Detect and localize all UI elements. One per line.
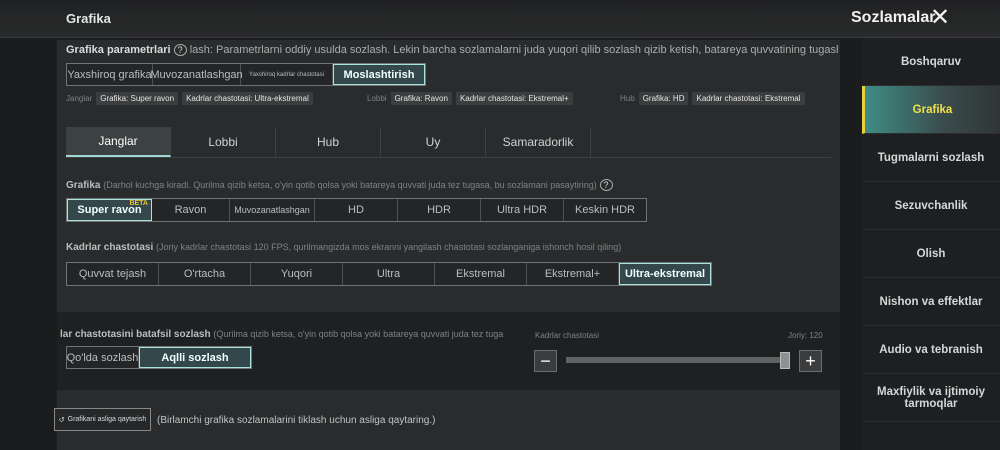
settings-title: Sozlamalar [851, 9, 936, 26]
fps-option-5[interactable]: Ekstremal+ [527, 263, 619, 285]
summary-mode: Lobbi [367, 94, 387, 103]
params-label: Grafika parametrlari [66, 44, 171, 56]
beta-badge: BETA [129, 200, 148, 207]
tab-samaradorlik[interactable]: Samaradorlik [486, 127, 591, 157]
tab-hub[interactable]: Hub [276, 127, 381, 157]
fps-option-4[interactable]: Ekstremal [435, 263, 527, 285]
summary-mode: Janglar [66, 94, 93, 103]
preset-0[interactable]: Yaxshiroq grafika [67, 64, 153, 85]
preset-2[interactable]: Yaxshiroq kadrlar chastotasi [241, 64, 333, 85]
graphics-option-keskin-hdr[interactable]: Keskin HDR [564, 199, 646, 221]
detail-heading: lar chastotasini batafsil sozlash (Quril… [60, 329, 530, 340]
graphics-label: Grafika [66, 180, 101, 191]
preset-3[interactable]: Moslashtirish [333, 64, 425, 85]
page-title: Grafika [66, 11, 111, 26]
detail-mode-selector: Qo'lda sozlash Aqlli sozlash [66, 346, 252, 369]
slider-current: Joriy: 120 [788, 331, 823, 340]
top-bar: Grafika Sozlamalar ✕ [0, 0, 1000, 38]
mode-smart[interactable]: Aqlli sozlash [139, 347, 251, 368]
sidebar-item-tugmalarni-sozlash[interactable]: Tugmalarni sozlash [862, 134, 1000, 182]
summary-graphics: Grafika: Super ravon [96, 92, 179, 105]
summary-janglar: Janglar Grafika: Super ravon Kadrlar chast… [66, 92, 317, 105]
fps-selector: Quvvat tejash O'rtacha Yuqori Ultra Ekst… [66, 262, 712, 286]
summary-mode: Hub [620, 94, 635, 103]
summary-fps: Kadrlar chastotasi: Ekstremal+ [455, 92, 573, 105]
mode-tabs: Janglar Lobbi Hub Uy Samaradorlik [66, 127, 831, 158]
summary-fps: Kadrlar chastotasi: Ultra-ekstremal [182, 92, 313, 105]
undo-icon: ↺ [58, 416, 65, 424]
settings-sidebar: Boshqaruv Grafika Tugmalarni sozlash Sez… [862, 38, 1000, 450]
fps-label: Kadrlar chastotasi [66, 242, 154, 253]
graphics-hint: (Darhol kuchga kiradi. Qurilma qizib ket… [103, 180, 597, 190]
summary-lobbi: Lobbi Grafika: Ravon Kadrlar chastotasi: E… [367, 92, 577, 105]
fps-hint: (Joriy kadrlar chastotasi 120 FPS, quril… [156, 242, 622, 252]
graphics-selector: Super ravon BETA Ravon Muvozanatlashgan H… [66, 198, 647, 222]
fps-option-2[interactable]: Yuqori [251, 263, 343, 285]
graphics-option-super-ravon[interactable]: Super ravon BETA [67, 199, 152, 221]
fps-option-6[interactable]: Ultra-ekstremal [619, 263, 711, 285]
tab-lobbi[interactable]: Lobbi [171, 127, 276, 157]
fps-option-0[interactable]: Quvvat tejash [67, 263, 159, 285]
close-icon[interactable]: ✕ [930, 6, 950, 30]
preset-selector: Yaxshiroq grafika Muvozanatlashgan Yaxsh… [66, 63, 426, 86]
slider-minus-button[interactable]: − [534, 350, 557, 372]
tab-uy[interactable]: Uy [381, 127, 486, 157]
params-desc: lash: Parametrlarni oddiy usulda sozlash… [189, 44, 838, 56]
sidebar-item-sezuvchanlik[interactable]: Sezuvchanlik [862, 182, 1000, 230]
fps-option-1[interactable]: O'rtacha [159, 263, 251, 285]
summary-hub: Hub Grafika: HD Kadrlar chastotasi: Ekstre… [620, 92, 809, 105]
graphics-option-hdr[interactable]: HDR [398, 199, 481, 221]
detail-label: lar chastotasini batafsil sozlash [60, 329, 211, 340]
fps-heading: Kadrlar chastotasi (Joriy kadrlar chasto… [66, 242, 621, 253]
summary-graphics: Grafika: Ravon [390, 92, 452, 105]
fps-option-3[interactable]: Ultra [343, 263, 435, 285]
fps-slider-thumb[interactable] [780, 352, 790, 369]
fps-slider-track[interactable] [566, 352, 790, 369]
sidebar-item-grafika[interactable]: Grafika [862, 86, 1000, 134]
reset-hint: (Birlamchi grafika sozlamalarini tiklash… [157, 415, 436, 426]
help-icon[interactable]: ? [599, 179, 613, 191]
summary-graphics: Grafika: HD [638, 92, 689, 105]
sidebar-item-olish[interactable]: Olish [862, 230, 1000, 278]
sidebar-item-audio[interactable]: Audio va tebranish [862, 326, 1000, 374]
reset-graphics-button[interactable]: ↺ Grafikani asliga qaytarish [54, 408, 151, 431]
sidebar-item-boshqaruv[interactable]: Boshqaruv [862, 38, 1000, 86]
graphics-option-ravon[interactable]: Ravon [152, 199, 230, 221]
graphics-option-ultra-hdr[interactable]: Ultra HDR [481, 199, 564, 221]
help-icon[interactable]: ? [173, 44, 187, 56]
tab-janglar[interactable]: Janglar [66, 127, 171, 157]
reset-label: Grafikani asliga qaytarish [67, 416, 147, 423]
summary-fps: Kadrlar chastotasi: Ekstremal [692, 92, 805, 105]
mode-manual[interactable]: Qo'lda sozlash [67, 347, 139, 368]
graphics-heading: Grafika (Darhol kuchga kiradi. Qurilma q… [66, 179, 613, 191]
graphics-option-muvozanatlashgan[interactable]: Muvozanatlashgan [230, 199, 315, 221]
graphics-option-hd[interactable]: HD [315, 199, 398, 221]
detail-hint: (Qurilma qizib ketsa, o'yin qotib qolsa … [213, 329, 504, 339]
sidebar-item-maxfiylik[interactable]: Maxfiylik va ijtimoiy tarmoqlar [862, 374, 1000, 422]
params-row: Grafika parametrlari ? lash: Parametrlar… [66, 44, 838, 56]
sidebar-item-nishon[interactable]: Nishon va effektlar [862, 278, 1000, 326]
slider-label: Kadrlar chastotasi [535, 331, 600, 340]
preset-1[interactable]: Muvozanatlashgan [150, 64, 243, 85]
slider-plus-button[interactable]: + [799, 350, 822, 372]
